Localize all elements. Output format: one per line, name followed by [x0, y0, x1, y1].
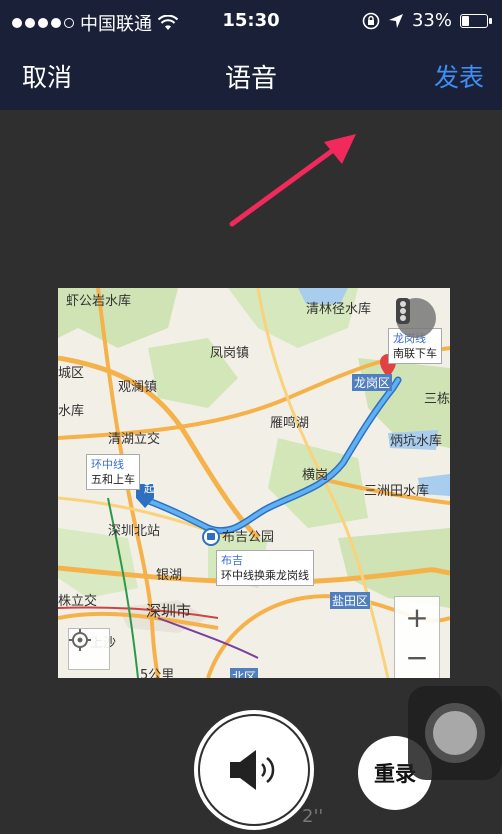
battery-percent: 33% — [411, 10, 452, 31]
transfer-station: 布吉 — [221, 554, 243, 567]
end-note: 南联下车 — [393, 347, 437, 360]
traffic-light-icon — [396, 298, 410, 324]
page-title: 语音 — [224, 64, 277, 94]
start-line-name: 环中线 — [91, 458, 124, 471]
speaker-icon — [230, 750, 275, 790]
annotation-arrow-icon — [229, 134, 356, 227]
location-arrow-icon — [388, 13, 403, 28]
map-label: 布吉公园 — [222, 530, 275, 545]
zoom-in-icon[interactable]: + — [395, 597, 439, 637]
zoom-control: + − — [394, 596, 440, 678]
map-label: 龙岗区 — [352, 374, 393, 391]
map-label: 雁鸣湖 — [270, 416, 310, 431]
transfer-callout: 布吉 环中线换乘龙岗线 — [216, 550, 314, 586]
map-label: 深圳北站 — [108, 524, 161, 539]
screen: 中国联通 15:30 33% 取消 语音 发表 虾公岩水库 清林径水库 凤岗镇 … — [0, 0, 502, 834]
map-label: 株立交 — [58, 594, 98, 609]
map-label: 三栋 — [424, 392, 450, 407]
zoom-out-icon[interactable]: − — [395, 637, 439, 677]
locate-button[interactable] — [68, 628, 110, 670]
map-label: 北区 — [230, 668, 259, 678]
nav-bar: 取消 语音 发表 — [0, 44, 502, 104]
play-voice-button[interactable] — [194, 710, 314, 830]
start-note: 五和上车 — [91, 473, 135, 486]
map-label: 深圳市 — [146, 602, 192, 620]
play-voice-ring — [198, 714, 310, 826]
orientation-lock-icon — [362, 12, 380, 29]
map-label: 银湖 — [156, 568, 183, 583]
map-label: 清湖立交 — [108, 432, 161, 447]
map-label: 清林径水库 — [306, 302, 372, 317]
map-label: 虾公岩水库 — [66, 294, 132, 309]
map-label: 盐田区 — [330, 592, 371, 609]
status-bar: 中国联通 15:30 33% — [0, 0, 502, 40]
battery-icon — [460, 13, 492, 28]
map-label: 炳坑水库 — [390, 434, 443, 449]
locate-icon — [69, 629, 91, 651]
status-right: 33% — [362, 10, 492, 31]
start-marker-label: 起 — [144, 482, 155, 495]
map-label: 城区 — [58, 366, 85, 381]
map-label: 观澜镇 — [118, 380, 158, 395]
map-label: 横岗 — [302, 468, 329, 483]
assistive-touch-icon[interactable] — [408, 686, 502, 780]
traffic-toggle-button[interactable] — [396, 298, 436, 338]
top-bar: 中国联通 15:30 33% 取消 语音 发表 — [0, 0, 502, 110]
recording-duration: 2'' — [302, 806, 324, 827]
publish-button[interactable]: 发表 — [434, 58, 484, 94]
map-label: 水库 — [58, 404, 85, 419]
transfer-note: 环中线换乘龙岗线 — [221, 569, 309, 582]
map-label: 凤岗镇 — [210, 346, 250, 361]
map-label: 三洲田水库 — [364, 484, 430, 499]
map-preview[interactable]: 虾公岩水库 清林径水库 凤岗镇 观澜镇 龙岗区 三栋 城区 水库 清湖立交 雁鸣… — [58, 288, 450, 678]
start-callout: 环中线 五和上车 — [86, 454, 140, 490]
map-scale-label: 5公里 — [140, 668, 175, 678]
